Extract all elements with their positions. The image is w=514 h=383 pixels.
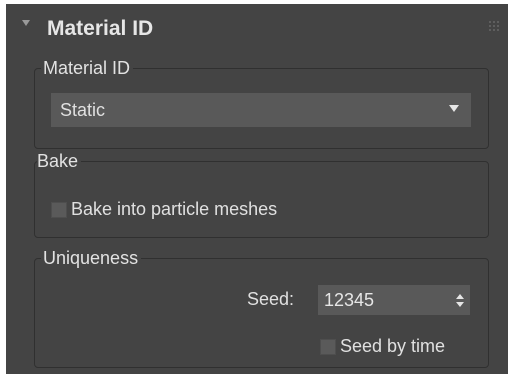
seed-value[interactable]: 12345 [324,289,374,311]
material-id-rollout: Material ID Material ID Static Bake Bake… [6,4,508,374]
collapse-triangle-icon[interactable] [19,15,35,31]
rollout-header[interactable]: Material ID [6,4,508,54]
material-id-dropdown[interactable]: Static [51,93,471,127]
spinner-arrows-icon[interactable] [456,294,464,307]
uniqueness-group-label: Uniqueness [41,247,142,269]
dropdown-selected-value: Static [60,100,106,120]
dropdown-arrow-icon [449,105,459,112]
seed-by-time-label[interactable]: Seed by time [340,335,445,357]
material-id-group-label: Material ID [41,57,134,79]
bake-group-label: Bake [37,150,82,172]
material-id-group: Material ID Static [34,57,489,149]
bake-group: Bake Bake into particle meshes [34,150,489,238]
bake-into-meshes-checkbox[interactable] [51,202,67,218]
seed-spinner[interactable]: 12345 [318,285,470,315]
seed-by-time-checkbox[interactable] [320,339,336,355]
uniqueness-group: Uniqueness Seed: 12345 Seed by time [34,247,489,368]
bake-into-meshes-label[interactable]: Bake into particle meshes [71,198,277,220]
seed-label: Seed: [247,289,295,309]
rollout-title: Material ID [47,17,154,40]
drag-grip-icon[interactable] [489,21,501,33]
